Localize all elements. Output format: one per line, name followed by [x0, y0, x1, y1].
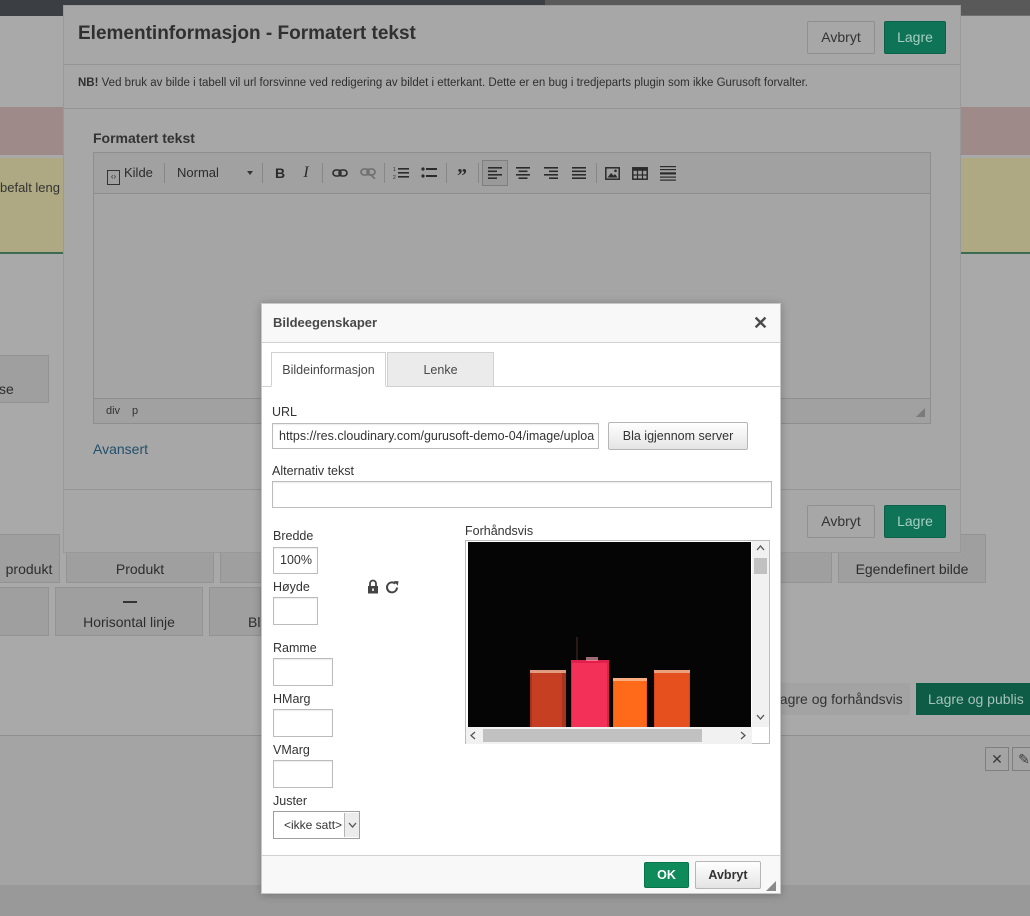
reset-size-icon[interactable]	[385, 579, 400, 595]
toolbar-separator	[384, 163, 385, 183]
alt-text-label: Alternativ tekst	[272, 464, 354, 478]
formatted-text-label: Formatert tekst	[93, 130, 195, 146]
preview-label: Forhåndsvis	[465, 524, 534, 538]
unlink-icon	[358, 163, 378, 183]
height-input[interactable]	[273, 597, 318, 625]
url-label: URL	[272, 405, 298, 419]
border-label: Ramme	[273, 641, 317, 655]
toolbar-separator	[446, 163, 447, 183]
table-icon	[630, 163, 650, 183]
url-input[interactable]: https://res.cloudinary.com/gurusoft-demo…	[272, 423, 599, 449]
toolbar-separator	[322, 163, 323, 183]
dialog-resize-handle-icon[interactable]	[766, 878, 776, 891]
image-icon	[602, 163, 622, 183]
close-icon: ✕	[985, 747, 1009, 771]
background-warning-text: befalt leng	[0, 180, 60, 195]
width-input[interactable]: 100%	[273, 547, 318, 574]
save-and-publish-button: Lagre og publis	[916, 683, 1030, 715]
advanced-link: Avansert	[93, 441, 148, 457]
modal-cancel-button-bottom: Avbryt	[807, 505, 875, 538]
ok-button[interactable]: OK	[644, 862, 689, 888]
alt-text-input[interactable]	[272, 481, 772, 508]
element-path-div: div	[106, 405, 121, 417]
background-tile-label: Egendefinert bilde	[855, 561, 969, 577]
toolbar-separator	[164, 163, 165, 183]
source-label: Kilde	[124, 165, 153, 180]
source-button: ‹› Kilde	[107, 163, 153, 185]
modal-divider	[64, 108, 960, 109]
background-tile: se	[0, 355, 49, 403]
format-value: Normal	[177, 165, 219, 180]
vspace-label: VMarg	[273, 743, 310, 757]
browse-server-button[interactable]: Bla igjennom server	[608, 422, 748, 450]
modal-note-text: Ved bruk av bilde i tabell vil url forsv…	[98, 77, 808, 89]
numbered-list-icon: 12	[391, 163, 411, 183]
background-tile-horizontal-line: Horisontal linje	[55, 587, 203, 636]
background-tile-label: produkt	[5, 561, 53, 577]
vspace-input[interactable]	[273, 760, 333, 788]
hspace-label: HMarg	[273, 692, 311, 706]
modal-divider	[64, 64, 960, 65]
toolbar-separator	[262, 163, 263, 183]
save-and-publish-label: Lagre og publis	[928, 691, 1024, 707]
background-tile-label: se	[0, 381, 14, 397]
preview-image	[468, 542, 751, 727]
element-path-p: p	[132, 405, 139, 417]
source-icon: ‹›	[107, 170, 120, 185]
align-label: Juster	[273, 794, 308, 808]
horizontal-line-icon	[123, 601, 137, 603]
toolbar-separator	[596, 163, 597, 183]
modal-note: NB! Ved bruk av bilde i tabell vil url f…	[78, 77, 808, 89]
modal-save-button-top: Lagre	[884, 21, 946, 54]
align-right-icon	[541, 163, 561, 183]
align-center-icon	[513, 163, 533, 183]
link-icon	[330, 163, 350, 183]
blockquote-icon: ”	[457, 165, 467, 187]
toolbar-separator	[478, 163, 479, 183]
preview-horizontal-scrollbar[interactable]	[466, 727, 752, 744]
height-label: Høyde	[273, 580, 310, 594]
hspace-input[interactable]	[273, 709, 333, 737]
modal-save-button-bottom: Lagre	[884, 505, 946, 538]
background-tile	[0, 587, 49, 636]
save-and-preview-button: Lagre og forhåndsvis	[760, 683, 910, 715]
chevron-down-icon	[247, 171, 253, 175]
align-select-value: <ikke satt>	[284, 818, 343, 832]
align-select[interactable]: <ikke satt>	[273, 811, 360, 839]
resize-handle-icon	[916, 408, 925, 417]
format-dropdown: Normal	[170, 163, 256, 183]
border-input[interactable]	[273, 658, 333, 686]
horizontal-rule-icon	[658, 163, 678, 183]
bulleted-list-icon	[419, 163, 439, 183]
background-tile: Bl	[209, 587, 261, 636]
svg-text:2: 2	[393, 175, 396, 180]
background-tile-label: Produkt	[115, 561, 165, 577]
svg-text:1: 1	[393, 167, 396, 173]
modal-title: Elementinformasjon - Formatert tekst	[78, 23, 416, 44]
edit-icon: ✎	[1012, 747, 1030, 771]
modal-cancel-button-top: Avbryt	[807, 21, 875, 54]
dialog-close-icon[interactable]: ✕	[753, 313, 768, 334]
align-justify-icon	[569, 163, 589, 183]
dialog-title: Bildeegenskaper	[273, 315, 378, 330]
dialog-cancel-button[interactable]: Avbryt	[695, 861, 761, 889]
select-arrow-button	[344, 813, 359, 837]
modal-note-label: NB!	[78, 77, 99, 89]
background-tile-product-list: produkt	[0, 534, 60, 583]
lock-ratio-icon[interactable]	[366, 579, 380, 595]
width-label: Bredde	[273, 529, 314, 543]
align-left-icon	[485, 163, 505, 183]
background-tile-label: Bl	[248, 614, 261, 630]
tab-image-info[interactable]: Bildeinformasjon	[271, 352, 386, 387]
bold-icon: B	[274, 165, 286, 181]
italic-icon: I	[303, 164, 309, 181]
background-tile-label: Horisontal linje	[83, 614, 175, 630]
preview-vertical-scrollbar[interactable]	[752, 541, 769, 727]
tab-link[interactable]: Lenke	[387, 352, 494, 387]
save-and-preview-label: Lagre og forhåndsvis	[772, 691, 903, 707]
